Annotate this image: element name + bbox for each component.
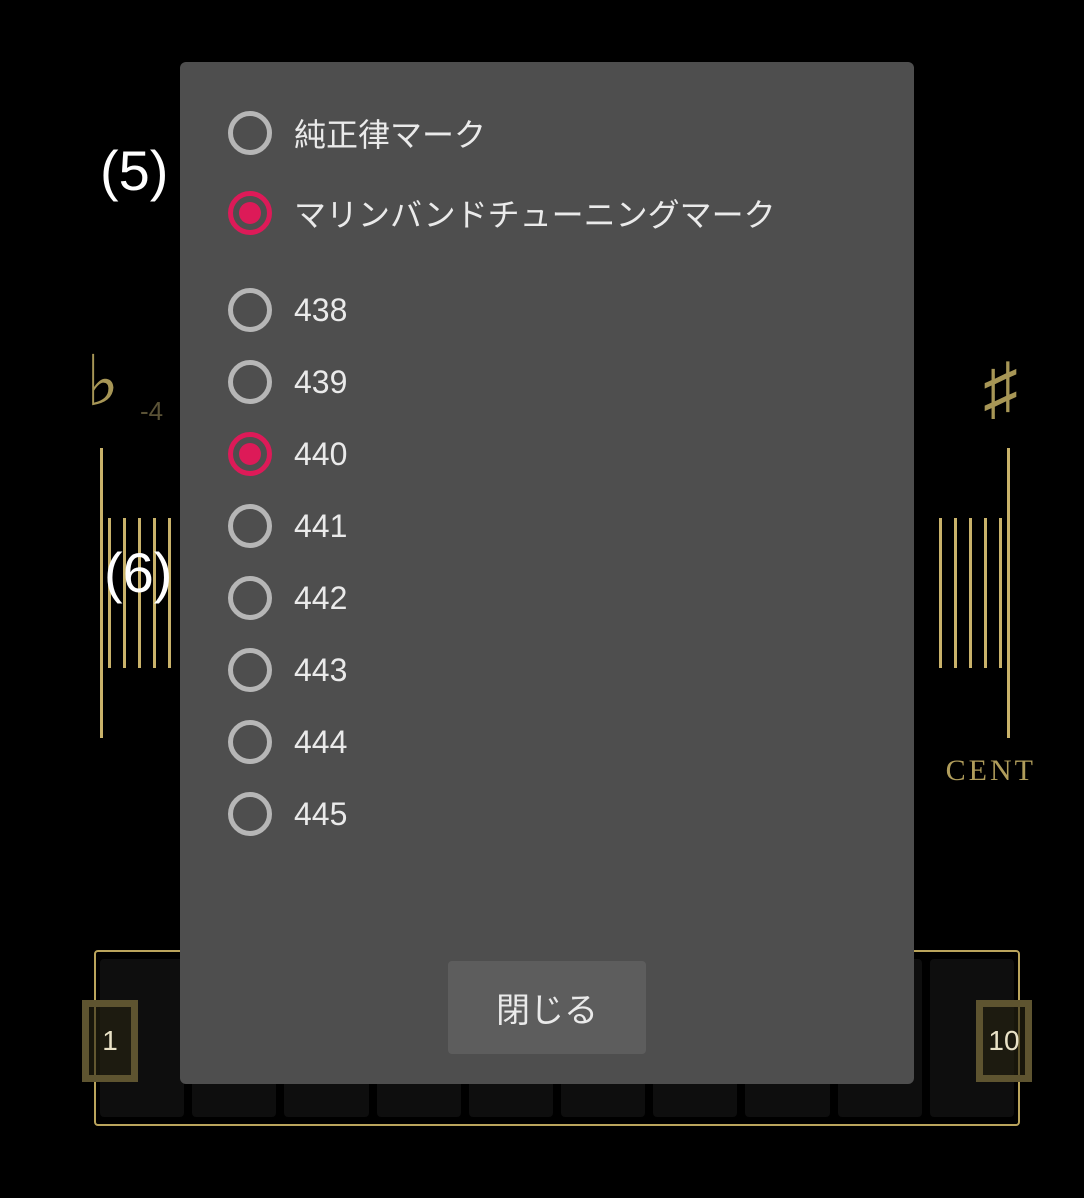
scale-endmark-right — [1007, 448, 1010, 738]
radio-pitch-438[interactable]: 438 — [228, 288, 866, 332]
radio-pitch-439[interactable]: 439 — [228, 360, 866, 404]
radio-label: 440 — [294, 436, 347, 473]
radio-label: 441 — [294, 508, 347, 545]
radio-icon — [228, 720, 272, 764]
annotation-5: (5) — [100, 138, 168, 203]
scale-ticks-right — [939, 518, 1002, 668]
mark-type-group: 純正律マーク マリンバンドチューニングマーク — [228, 110, 866, 236]
radio-icon — [228, 360, 272, 404]
radio-icon — [228, 111, 272, 155]
radio-pitch-444[interactable]: 444 — [228, 720, 866, 764]
radio-marine-band-tuning-mark[interactable]: マリンバンドチューニングマーク — [228, 190, 866, 236]
strip-number-left: 1 — [82, 1000, 138, 1082]
sharp-icon: ♯ — [983, 350, 1018, 430]
radio-icon — [228, 191, 272, 235]
strip-number-right: 10 — [976, 1000, 1032, 1082]
settings-dialog: 純正律マーク マリンバンドチューニングマーク 438 439 440 441 4… — [180, 62, 914, 1084]
radio-label: マリンバンドチューニングマーク — [294, 190, 776, 236]
close-button[interactable]: 閉じる — [448, 961, 646, 1054]
radio-label: 純正律マーク — [294, 110, 486, 156]
radio-label: 442 — [294, 580, 347, 617]
radio-icon — [228, 792, 272, 836]
radio-icon — [228, 504, 272, 548]
radio-icon — [228, 288, 272, 332]
scale-endmark-left — [100, 448, 103, 738]
radio-label: 438 — [294, 292, 347, 329]
annotation-6: (6) — [104, 540, 172, 605]
radio-icon — [228, 576, 272, 620]
radio-pitch-440[interactable]: 440 — [228, 432, 866, 476]
radio-icon — [228, 648, 272, 692]
radio-label: 443 — [294, 652, 347, 689]
flat-icon: ♭ — [86, 340, 119, 423]
radio-pitch-441[interactable]: 441 — [228, 504, 866, 548]
radio-pitch-442[interactable]: 442 — [228, 576, 866, 620]
radio-label: 444 — [294, 724, 347, 761]
radio-pitch-443[interactable]: 443 — [228, 648, 866, 692]
radio-label: 439 — [294, 364, 347, 401]
cent-unit-label: CENT — [946, 754, 1036, 788]
reference-pitch-group: 438 439 440 441 442 443 444 445 — [228, 288, 866, 836]
radio-pitch-445[interactable]: 445 — [228, 792, 866, 836]
scale-value-left: -4 — [140, 396, 163, 427]
radio-icon — [228, 432, 272, 476]
radio-just-intonation-mark[interactable]: 純正律マーク — [228, 110, 866, 156]
radio-label: 445 — [294, 796, 347, 833]
